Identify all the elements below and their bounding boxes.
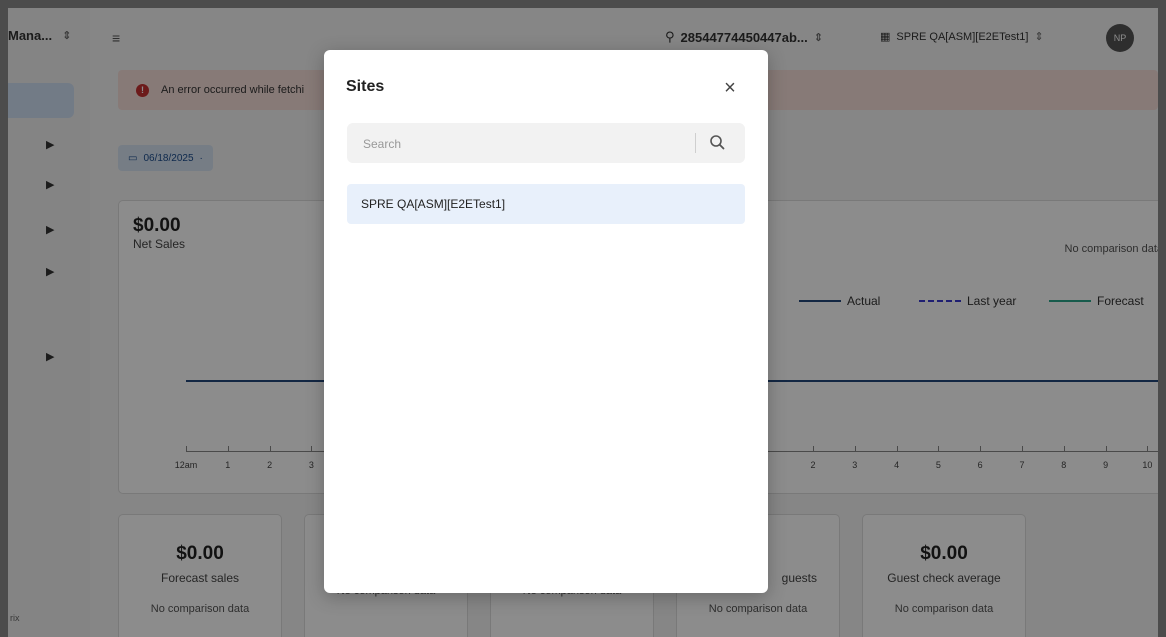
search-input[interactable] (361, 123, 685, 165)
close-icon[interactable]: × (718, 76, 742, 100)
search-icon[interactable] (707, 133, 729, 153)
screenshot-frame: Mana... ⇕ ▶ ▶ ▶ ▶ ▶ rix ≡ ⚲ 285447744504… (0, 0, 1166, 637)
dialog-title: Sites (346, 78, 385, 95)
search-field (347, 123, 745, 165)
site-list-item[interactable]: SPRE QA[ASM][E2ETest1] (347, 184, 745, 224)
sites-dialog: Sites × SPRE QA[ASM][E2ETest1] (324, 50, 768, 593)
search-divider (695, 133, 696, 153)
